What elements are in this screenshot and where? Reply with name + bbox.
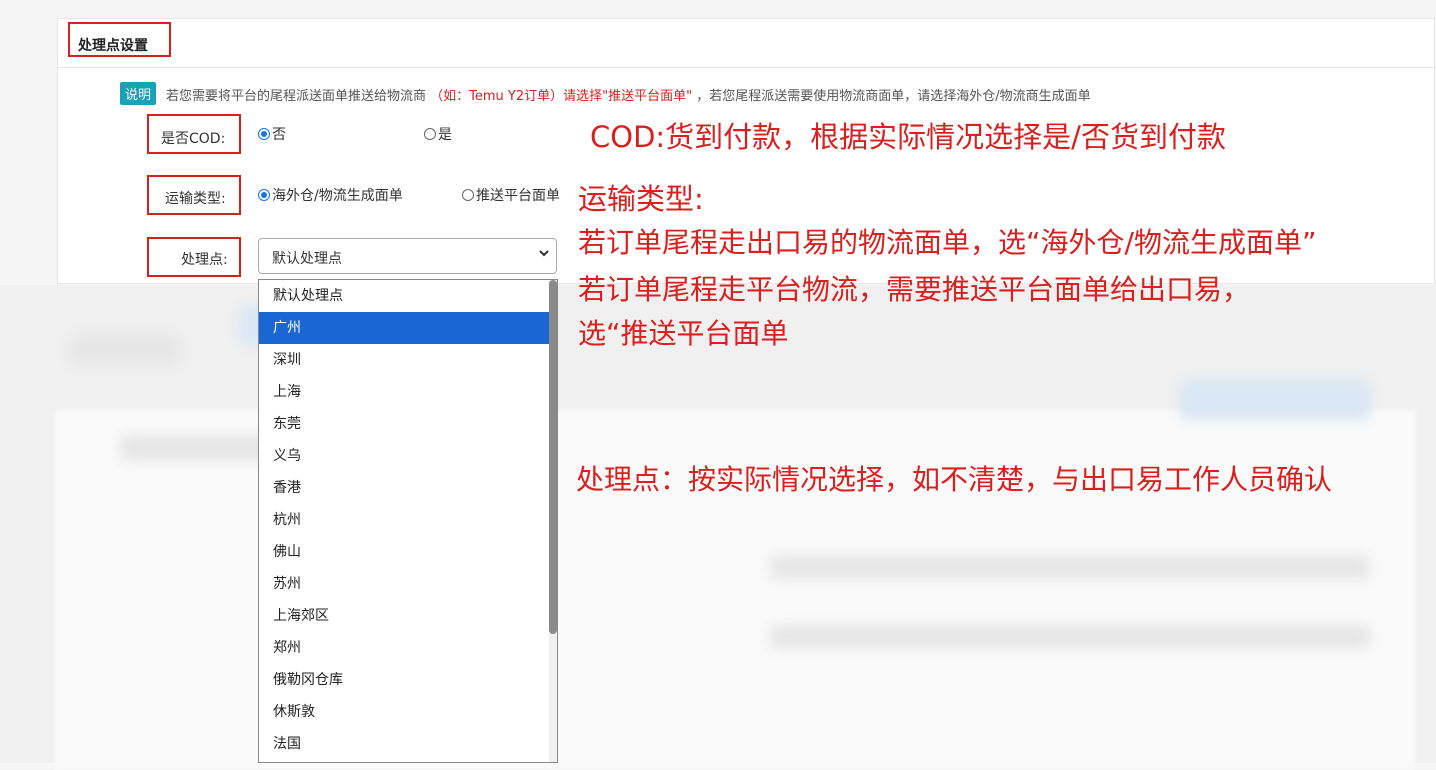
scrollbar-thumb[interactable] [549,280,557,634]
site-option[interactable]: 郑州 [259,632,550,664]
site-select[interactable]: 默认处理点 [258,238,557,274]
dropdown-scrollbar[interactable] [549,280,557,762]
annotation-site: 处理点：按实际情况选择，如不清楚，与出口易工作人员确认 [576,463,1333,496]
site-option[interactable]: 上海郊区 [259,600,550,632]
cod-radio-yes[interactable]: 是 [424,124,452,144]
annotation-shipping-line2: 若订单尾程走平台物流，需要推送平台面单给出口易， [578,273,1251,306]
site-option[interactable]: 佛山 [259,536,550,568]
section-title: 处理点设置 [78,38,148,54]
note-text-red: （如：Temu Y2订单）请选择"推送平台面单" [430,89,693,104]
site-option[interactable]: 香港 [259,472,550,504]
site-option[interactable]: 义乌 [259,440,550,472]
radio-checked-icon [258,128,270,140]
site-option[interactable]: 法国 [259,728,550,760]
shipping-radio-platform[interactable]: 推送平台面单 [462,185,560,205]
site-option[interactable]: 俄勒冈仓库 [259,664,550,696]
site-option[interactable]: 东莞 [259,408,550,440]
shipping-label: 运输类型: [165,191,226,207]
card-header [58,19,1434,68]
site-label: 处理点: [181,252,228,268]
shipping-radio-warehouse-label: 海外仓/物流生成面单 [272,188,403,204]
site-dropdown-list[interactable]: 默认处理点 广州 深圳 上海 东莞 义乌 香港 杭州 佛山 苏州 上海郊区 郑州… [258,279,558,763]
site-option-highlighted[interactable]: 广州 [259,312,550,344]
blurred-background [0,285,1436,770]
note-text-b: ，若您尾程派送需要使用物流商面单，请选择海外仓/物流商生成面单 [696,89,1091,104]
site-option[interactable]: 杭州 [259,504,550,536]
annotation-shipping-line1: 若订单尾程走出口易的物流面单，选“海外仓/物流生成面单” [578,226,1317,259]
radio-unchecked-icon [424,128,436,140]
site-option[interactable]: 上海 [259,376,550,408]
annotation-shipping-title: 运输类型: [578,182,704,216]
blurred-block [770,625,1370,649]
site-option[interactable]: 深圳 [259,344,550,376]
site-option[interactable]: 默认处理点 [259,280,550,312]
cod-radio-yes-label: 是 [438,127,452,143]
cod-label: 是否COD: [161,131,226,147]
annotation-shipping-line3: 选“推送平台面单 [578,317,789,350]
cod-radio-no[interactable]: 否 [258,124,286,144]
blurred-block [1180,380,1370,420]
note-text: 若您需要将平台的尾程派送面单推送给物流商 （如：Temu Y2订单）请选择"推送… [166,85,1091,104]
site-option[interactable]: 休斯敦 [259,696,550,728]
note-badge: 说明 [120,82,157,105]
site-option[interactable]: 苏州 [259,568,550,600]
radio-checked-icon [258,189,270,201]
shipping-radio-platform-label: 推送平台面单 [476,188,560,204]
cod-radio-no-label: 否 [272,127,286,143]
radio-unchecked-icon [462,189,474,201]
blurred-block [770,555,1370,579]
site-select-value: 默认处理点 [272,251,342,267]
shipping-radio-warehouse[interactable]: 海外仓/物流生成面单 [258,185,403,205]
note-text-a: 若您需要将平台的尾程派送面单推送给物流商 [166,89,427,104]
annotation-cod: COD:货到付款，根据实际情况选择是/否货到付款 [590,120,1226,154]
blurred-block [70,335,180,365]
chevron-down-icon [538,247,550,262]
